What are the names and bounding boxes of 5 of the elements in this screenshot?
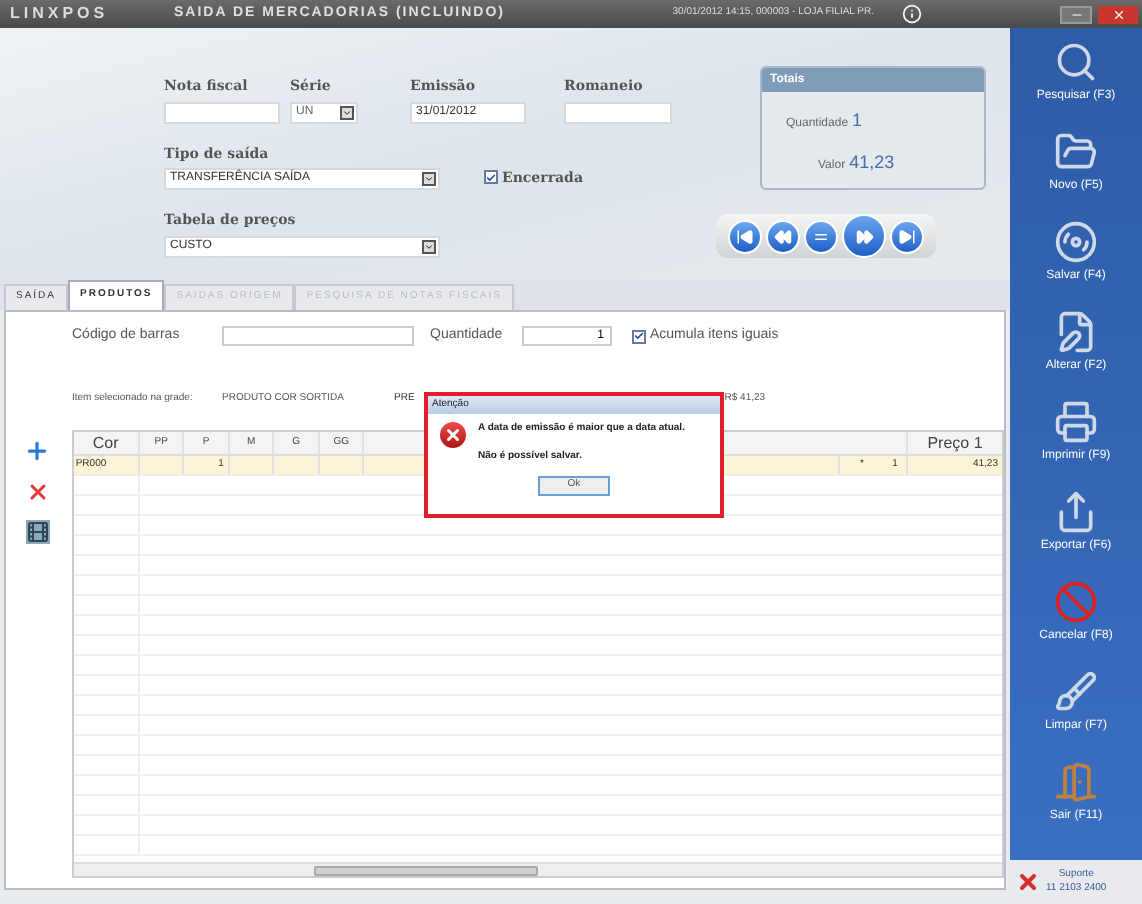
- quantity-value: 1: [852, 108, 863, 134]
- value-amount: 41,23: [849, 149, 895, 175]
- app-logo: LINXPOS: [10, 2, 111, 26]
- column-header: Preço 1: [925, 432, 985, 454]
- column-header: Cor: [73, 432, 140, 454]
